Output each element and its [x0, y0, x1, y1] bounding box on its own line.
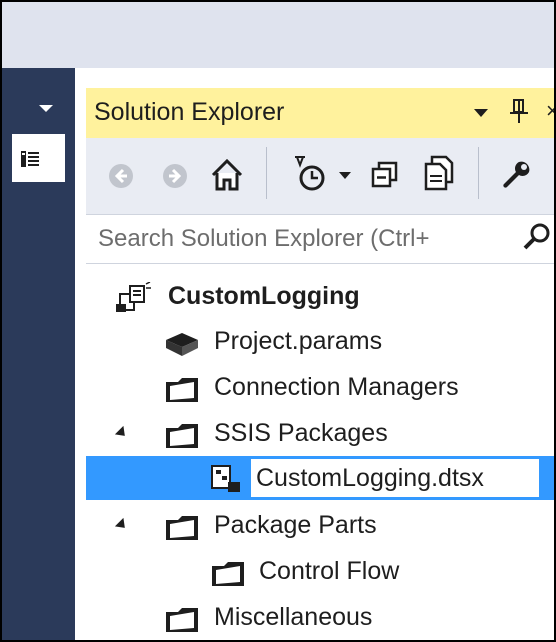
show-all-files-icon[interactable] [422, 154, 456, 192]
window-frame: Solution Explorer × [0, 0, 556, 642]
project-icon [116, 282, 151, 312]
toolbar-separator [266, 147, 267, 199]
folder-icon [166, 424, 198, 448]
tree-item-label[interactable]: Control Flow [259, 557, 399, 586]
properties-wrench-icon[interactable] [499, 158, 533, 192]
collapse-all-icon[interactable] [370, 160, 400, 190]
dock-dropdown-icon[interactable] [39, 105, 53, 112]
tree-item-label[interactable]: Package Parts [214, 511, 377, 540]
folder-icon [166, 516, 198, 540]
home-icon[interactable] [209, 157, 245, 193]
top-background [2, 2, 554, 68]
tree-item-label[interactable]: Miscellaneous [214, 603, 372, 632]
window-position-dropdown-icon[interactable] [474, 109, 488, 117]
search-icon[interactable] [522, 222, 552, 252]
folder-icon [212, 562, 244, 586]
params-icon [166, 333, 198, 356]
tree-item-label[interactable]: Connection Managers [214, 373, 459, 402]
toolbar-separator [478, 147, 479, 199]
folder-icon [166, 608, 198, 632]
panel-title: Solution Explorer [94, 98, 285, 126]
back-icon[interactable] [108, 163, 134, 189]
dropdown-arrow-icon[interactable] [339, 172, 351, 179]
close-icon[interactable]: × [546, 98, 554, 124]
tree-item-label[interactable]: Project.params [214, 327, 382, 356]
pin-icon[interactable] [508, 97, 530, 125]
rename-input-text[interactable]: CustomLogging.dtsx [256, 464, 484, 493]
search-input[interactable] [98, 222, 516, 256]
package-icon [211, 465, 240, 492]
forward-icon[interactable] [162, 163, 188, 189]
folder-icon [166, 378, 198, 402]
tree-project-label[interactable]: CustomLogging [168, 282, 360, 311]
pending-changes-filter-icon[interactable] [292, 154, 328, 192]
tree-item-label[interactable]: SSIS Packages [214, 419, 388, 448]
grid-list-icon [21, 151, 39, 167]
